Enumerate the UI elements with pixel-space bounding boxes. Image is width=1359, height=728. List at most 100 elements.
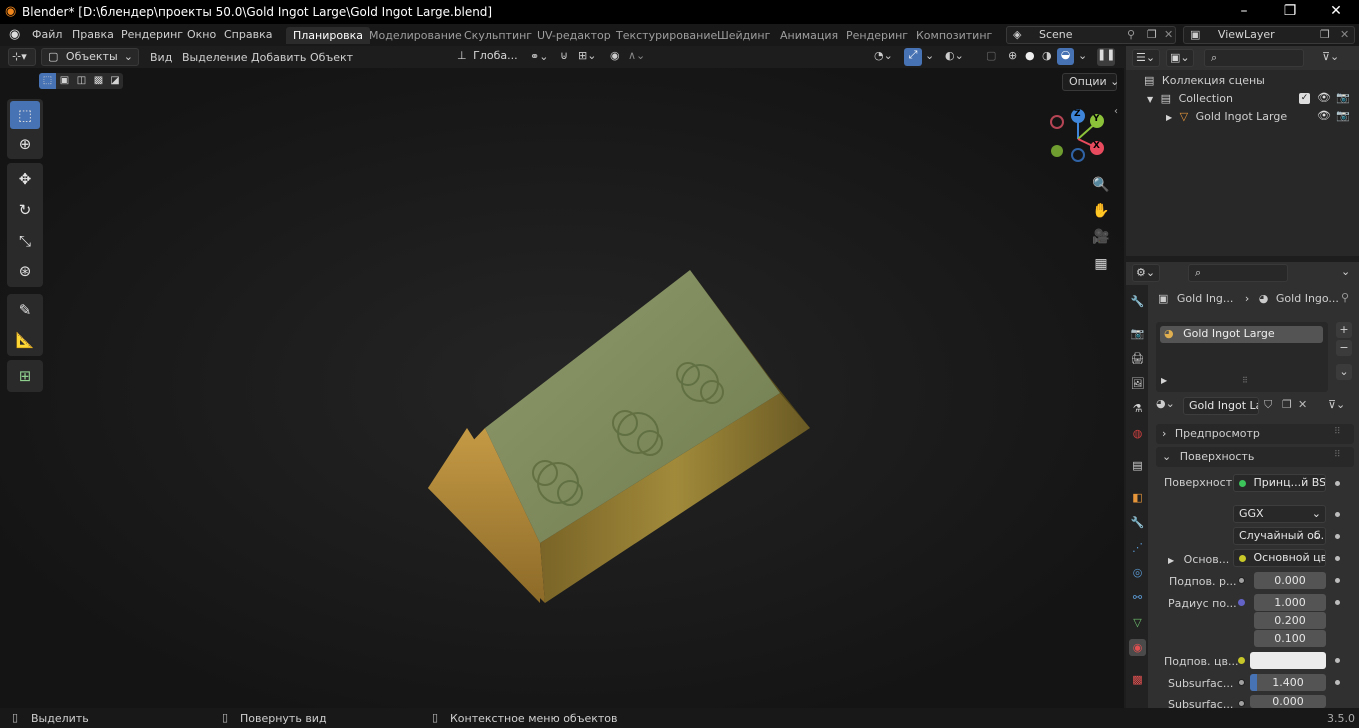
collection-tab-icon[interactable]: ▤ xyxy=(1129,457,1146,474)
resize-handle-icon[interactable]: ⠿ xyxy=(1242,376,1248,385)
pivot-point-icon[interactable]: ⚭⌄ xyxy=(530,50,548,63)
subsurface-ior-field[interactable]: 1.400 xyxy=(1250,674,1326,691)
pin-icon[interactable]: ⚲ xyxy=(1341,291,1349,304)
gizmo-dropdown-icon[interactable]: ⌄ xyxy=(925,49,934,62)
select-subtract-icon[interactable]: ◫ xyxy=(73,73,90,89)
tab-uv-editing[interactable]: UV-редактор xyxy=(530,27,618,44)
tab-shading[interactable]: Шейдинг xyxy=(710,27,777,44)
proportional-edit-icon[interactable]: ◉ xyxy=(610,49,620,62)
select-new-icon[interactable]: ⬚ xyxy=(39,73,56,89)
rendered-shading-icon[interactable]: ◒ xyxy=(1057,48,1074,65)
blender-menu-icon[interactable]: ◉ xyxy=(9,27,20,42)
expand-icon[interactable]: ▶ xyxy=(1161,376,1167,385)
tab-rendering[interactable]: Рендеринг xyxy=(839,27,915,44)
display-mode-icon[interactable]: ▣⌄ xyxy=(1166,49,1194,67)
subsurface-field[interactable]: 0.000 xyxy=(1254,572,1326,589)
outliner-search-input[interactable]: ⌕ xyxy=(1204,49,1304,67)
add-slot-button[interactable]: + xyxy=(1336,322,1352,338)
close-button[interactable]: ✕ xyxy=(1313,0,1359,24)
distribution-dropdown[interactable]: GGX ⌄ xyxy=(1233,505,1326,523)
tab-modeling[interactable]: Моделирование xyxy=(362,27,469,44)
eye-icon[interactable]: 👁 xyxy=(1317,109,1331,122)
select-intersect-icon[interactable]: ◪ xyxy=(107,73,123,89)
tab-texture-paint[interactable]: Текстурирование xyxy=(609,27,724,44)
editor-type-dropdown[interactable]: ⊹▾ xyxy=(8,48,36,66)
outliner-collection[interactable]: ▼ ▤ Collection ✓ 👁 📷 xyxy=(1147,91,1357,105)
camera-icon[interactable]: 📷 xyxy=(1336,91,1350,104)
wireframe-shading-icon[interactable]: ⊕ xyxy=(1008,49,1017,62)
menu-edit[interactable]: Правка xyxy=(72,28,114,41)
vector-socket-icon[interactable] xyxy=(1238,599,1245,606)
3d-viewport[interactable]: ⬚ ▣ ◫ ▩ ◪ Опции ⌄ ⬚ ⊕ ✥ ↻ ⤡ ⊛ ✎ 📐 ⊞ Z Y … xyxy=(0,68,1124,708)
menu-window[interactable]: Окно xyxy=(187,28,216,41)
subsurface-color-swatch[interactable] xyxy=(1250,652,1326,669)
base-color-field[interactable]: Основной цвет xyxy=(1233,549,1326,567)
select-box-tool-icon[interactable]: ⬚ xyxy=(10,101,40,129)
xray-icon[interactable]: ▢ xyxy=(986,49,996,62)
visibility-icon[interactable]: ◔⌄ xyxy=(874,49,893,62)
menu-file[interactable]: Файл xyxy=(32,28,62,41)
tab-sculpting[interactable]: Скульптинг xyxy=(457,27,539,44)
keyframe-dot[interactable] xyxy=(1335,534,1340,539)
view-layer-selector[interactable]: ▣ ViewLayer ❐ ✕ xyxy=(1183,26,1355,44)
constraints-tab-icon[interactable]: ⚯ xyxy=(1129,589,1146,606)
transform-tool-icon[interactable]: ⊛ xyxy=(10,257,40,285)
menu-render[interactable]: Рендеринг xyxy=(121,28,183,41)
material-slots-list[interactable]: ◕ Gold Ingot Large ▶ ⠿ xyxy=(1156,322,1328,392)
cursor-tool-icon[interactable]: ⊕ xyxy=(10,130,40,158)
modifier-tab-icon[interactable]: 🔧 xyxy=(1129,514,1146,531)
delete-view-layer-icon[interactable]: ✕ xyxy=(1340,28,1349,41)
perspective-grid-icon[interactable]: ▦ xyxy=(1090,253,1112,275)
add-cube-tool-icon[interactable]: ⊞ xyxy=(10,362,40,390)
drag-handle-icon[interactable]: ⠿ xyxy=(1334,427,1341,437)
surface-section-header[interactable]: ⌄ Поверхность ⠿ xyxy=(1156,447,1354,467)
zoom-icon[interactable]: 🔍 xyxy=(1090,174,1112,196)
scale-tool-icon[interactable]: ⤡ xyxy=(10,227,40,255)
render-tab-icon[interactable]: 📷 xyxy=(1129,325,1146,342)
keyframe-dot[interactable] xyxy=(1335,578,1340,583)
node-link-icon[interactable]: ⊽⌄ xyxy=(1328,398,1345,411)
unlink-material-icon[interactable]: ✕ xyxy=(1298,398,1307,411)
preview-section-header[interactable]: › Предпросмотр ⠿ xyxy=(1156,424,1354,444)
menu-view[interactable]: Вид xyxy=(150,51,172,64)
new-view-layer-icon[interactable]: ❐ xyxy=(1320,28,1330,41)
keyframe-dot[interactable] xyxy=(1335,658,1340,663)
fake-user-icon[interactable]: ⛉ xyxy=(1264,398,1272,412)
minimize-button[interactable]: – xyxy=(1221,0,1267,24)
tab-layout[interactable]: Планировка xyxy=(286,27,370,44)
world-tab-icon[interactable]: ◍ xyxy=(1129,425,1146,442)
slot-specials-button[interactable]: ⌄ xyxy=(1336,364,1352,380)
options-dropdown[interactable]: Опции ⌄ xyxy=(1062,73,1119,91)
material-slot-item[interactable]: ◕ Gold Ingot Large xyxy=(1160,326,1323,343)
select-extend-icon[interactable]: ▣ xyxy=(56,73,73,89)
falloff-icon[interactable]: ∧⌄ xyxy=(628,49,645,62)
material-selector[interactable]: ◕⌄ Gold Ingot La... ⛉ ❐ ✕ xyxy=(1156,397,1308,415)
menu-add[interactable]: Добавить xyxy=(251,51,306,64)
pin-icon[interactable]: ⚲ xyxy=(1127,28,1135,41)
snap-target-icon[interactable]: ⊞⌄ xyxy=(578,49,596,62)
material-tab-icon[interactable]: ◉ xyxy=(1129,639,1146,656)
float-socket-icon[interactable] xyxy=(1238,577,1245,584)
camera-view-icon[interactable]: 🎥 xyxy=(1090,226,1112,248)
shading-dropdown-icon[interactable]: ⌄ xyxy=(1078,49,1087,62)
texture-tab-icon[interactable]: ▩ xyxy=(1129,671,1146,688)
radius-z-field[interactable]: 0.100 xyxy=(1254,630,1326,647)
mode-dropdown[interactable]: ▢ Объекты ⌄ xyxy=(41,48,139,66)
sidebar-toggle-icon[interactable]: ‹ xyxy=(1114,106,1118,117)
radius-x-field[interactable]: 1.000 xyxy=(1254,594,1326,611)
expand-icon[interactable]: ▶ xyxy=(1166,113,1172,122)
expand-icon[interactable]: ▶ xyxy=(1168,556,1174,565)
subsurface-aniso-field[interactable]: 0.000 xyxy=(1250,695,1326,708)
eye-icon[interactable]: 👁 xyxy=(1317,91,1331,104)
menu-help[interactable]: Справка xyxy=(224,28,272,41)
remove-slot-button[interactable]: − xyxy=(1336,340,1352,356)
keyframe-dot[interactable] xyxy=(1335,680,1340,685)
material-shading-icon[interactable]: ◑ xyxy=(1042,49,1052,62)
color-socket-icon[interactable] xyxy=(1238,657,1245,664)
outliner-object[interactable]: ▶ ▽ Gold Ingot Large 👁 📷 xyxy=(1166,109,1358,123)
maximize-button[interactable]: ❐ xyxy=(1267,0,1313,24)
exclude-checkbox[interactable]: ✓ xyxy=(1299,93,1310,104)
browse-material-icon[interactable]: ◕⌄ xyxy=(1156,397,1175,410)
drag-handle-icon[interactable]: ⠿ xyxy=(1334,450,1341,460)
move-tool-icon[interactable]: ✥ xyxy=(10,165,40,193)
